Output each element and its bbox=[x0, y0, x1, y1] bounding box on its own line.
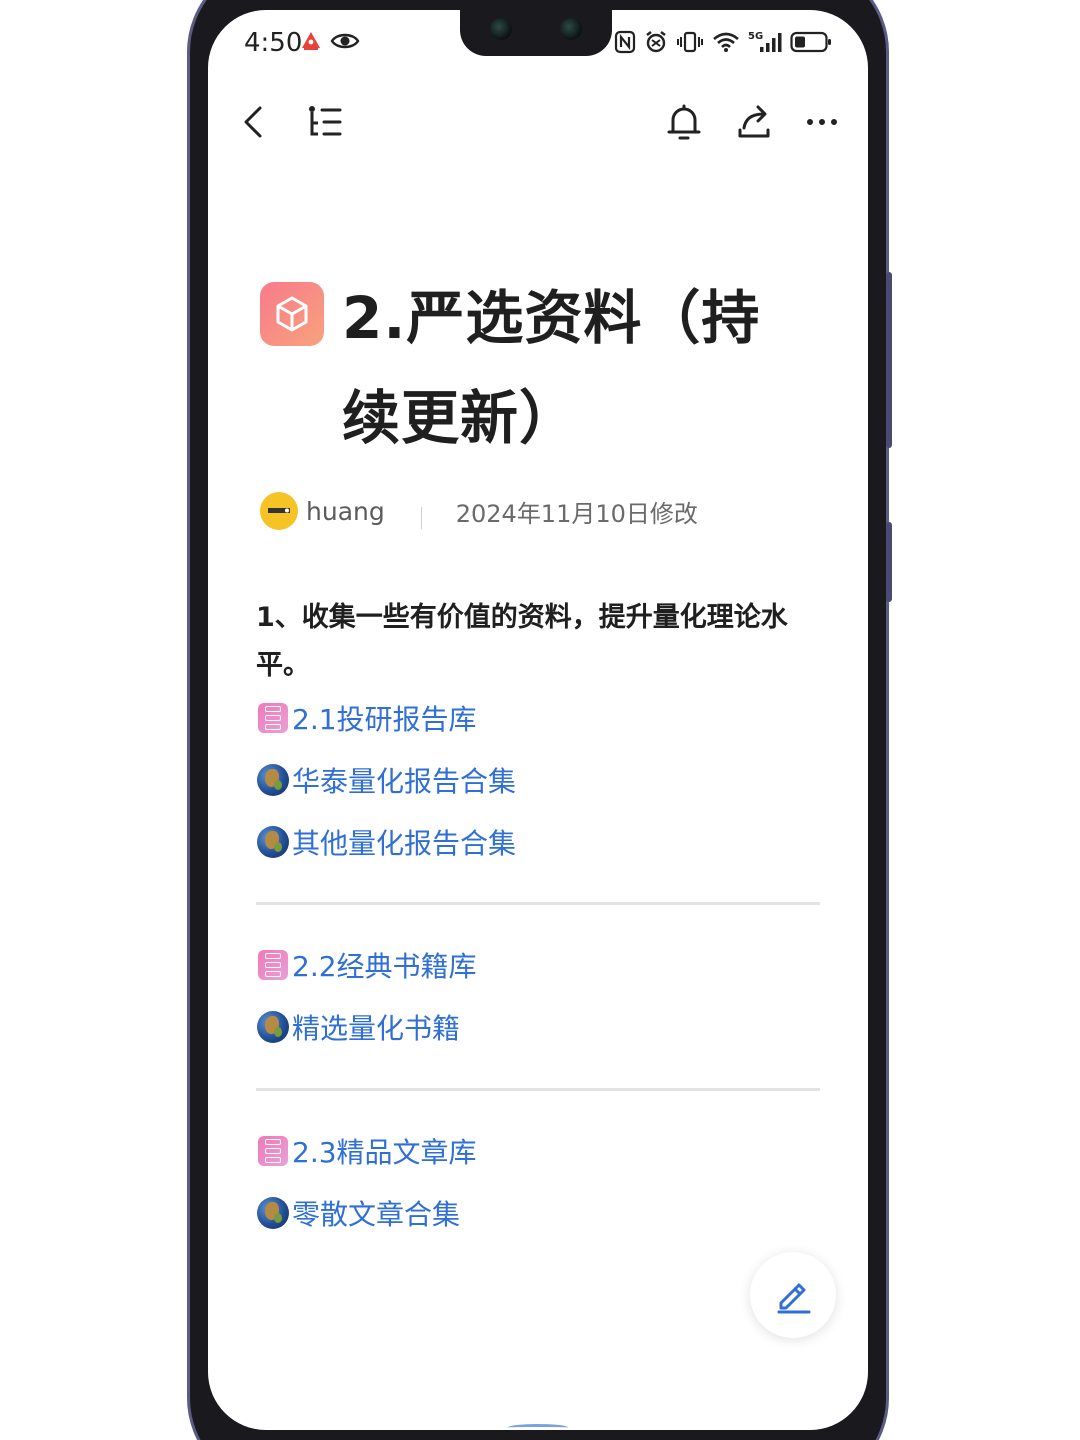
modified-date: 2024年11月10日修改 bbox=[455, 499, 698, 528]
cube-icon bbox=[260, 282, 324, 346]
link-article-collection[interactable]: 零散文章合集 bbox=[256, 1191, 460, 1235]
link-selected-books[interactable]: 精选量化书籍 bbox=[256, 1005, 460, 1049]
edit-button[interactable] bbox=[750, 1252, 836, 1338]
link-huatai-reports[interactable]: 华泰量化报告合集 bbox=[256, 758, 516, 802]
link-label: 2.3精品文章库 bbox=[292, 1136, 477, 1169]
outline-icon[interactable] bbox=[304, 102, 344, 142]
link-database-reports[interactable]: 2.1投研报告库 bbox=[256, 696, 477, 740]
link-other-reports[interactable]: 其他量化报告合集 bbox=[256, 820, 516, 864]
signal-5g-icon: 5G bbox=[748, 31, 782, 52]
link-label: 零散文章合集 bbox=[292, 1198, 461, 1231]
page: 4:50 5G 2.严选资料（持续更新） huang 2024年11月10日修改… bbox=[0, 0, 1080, 1440]
power-button bbox=[886, 522, 892, 602]
link-label: 其他量化报告合集 bbox=[292, 827, 517, 860]
link-label: 2.1投研报告库 bbox=[292, 703, 477, 736]
status-time: 4:50 bbox=[244, 28, 303, 58]
alert-app-icon bbox=[302, 32, 320, 50]
wifi-icon bbox=[713, 32, 739, 52]
more-icon[interactable] bbox=[802, 102, 842, 142]
section-divider bbox=[256, 1088, 820, 1091]
link-label: 精选量化书籍 bbox=[292, 1012, 461, 1045]
back-icon[interactable] bbox=[236, 102, 276, 142]
eye-icon bbox=[330, 33, 360, 49]
edit-pencil-icon bbox=[777, 1283, 811, 1314]
home-indicator[interactable] bbox=[508, 1424, 568, 1430]
link-label: 2.2经典书籍库 bbox=[292, 950, 477, 983]
link-label: 华泰量化报告合集 bbox=[292, 765, 517, 798]
network-label: 5G bbox=[748, 31, 763, 42]
vibrate-icon bbox=[677, 31, 703, 53]
globe-icon bbox=[256, 1010, 290, 1044]
globe-icon bbox=[256, 825, 290, 859]
database-icon bbox=[256, 948, 290, 982]
battery-icon bbox=[790, 31, 831, 53]
link-database-articles[interactable]: 2.3精品文章库 bbox=[256, 1129, 477, 1173]
link-database-books[interactable]: 2.2经典书籍库 bbox=[256, 943, 477, 987]
page-title: 2.严选资料（持续更新） bbox=[342, 284, 761, 452]
alarm-icon bbox=[646, 31, 666, 53]
share-icon[interactable] bbox=[734, 102, 774, 142]
phone-screen: 4:50 5G 2.严选资料（持续更新） huang 2024年11月10日修改… bbox=[208, 10, 868, 1430]
status-left-icons bbox=[300, 30, 360, 52]
bell-icon[interactable] bbox=[664, 102, 704, 142]
section-divider bbox=[256, 902, 820, 905]
globe-icon bbox=[256, 1196, 290, 1230]
camera-notch bbox=[460, 10, 612, 56]
author-name[interactable]: huang bbox=[306, 497, 385, 526]
intro-paragraph: 1、收集一些有价值的资料，提升量化理论水平。 bbox=[256, 602, 788, 681]
document-meta: huang 2024年11月10日修改 bbox=[260, 486, 698, 536]
volume-button bbox=[886, 272, 892, 448]
database-icon bbox=[256, 1134, 290, 1168]
avatar[interactable] bbox=[260, 492, 298, 530]
status-right-icons: 5G bbox=[614, 30, 832, 54]
database-icon bbox=[256, 701, 290, 735]
meta-divider bbox=[420, 507, 422, 529]
nfc-icon bbox=[614, 30, 636, 54]
globe-icon bbox=[256, 763, 290, 797]
